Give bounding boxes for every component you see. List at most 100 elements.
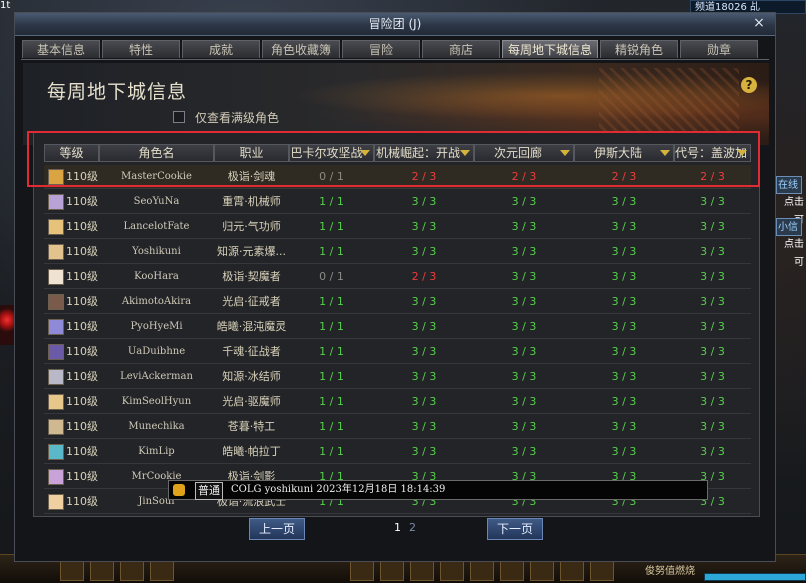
table-row[interactable]: 110级 PyoHyeMi 皓曦·混沌魔灵 1 / 1 3 / 3 3 / 3 3 / 3 3… (44, 315, 751, 339)
character-name: KooHara (134, 271, 179, 282)
character-avatar (48, 269, 64, 285)
tab-weekly-dungeon[interactable]: 每周地下城信息 (502, 40, 598, 58)
level-text: 110级 (66, 470, 98, 483)
right-side-panel: 在线 点击可 小信 点击可 (776, 170, 806, 370)
dungeon-4-progress: 3 / 3 (611, 320, 637, 333)
dropdown-arrow-icon (360, 150, 370, 156)
level-text: 110级 (66, 245, 98, 258)
job-cell: 苍暮·特工 (227, 420, 276, 433)
tab-basic-info[interactable]: 基本信息 (22, 40, 100, 58)
column-header-dungeon-4[interactable]: 伊斯大陆 (574, 144, 674, 162)
checkbox-icon[interactable] (173, 111, 185, 123)
dungeon-3-progress: 3 / 3 (511, 345, 537, 358)
chat-emoji-icon[interactable] (173, 484, 185, 496)
dungeon-3-progress: 3 / 3 (511, 245, 537, 258)
character-avatar (48, 469, 64, 485)
tab-divider (21, 59, 769, 60)
mp-bar (704, 573, 806, 581)
dungeon-5-progress: 2 / 3 (700, 170, 725, 183)
level-text: 110级 (66, 395, 98, 408)
table-row[interactable]: 110级 KimSeolHyun 光启·驱魔师 1 / 1 3 / 3 3 / 3 3 / … (44, 390, 751, 414)
dungeon-1-progress: 1 / 1 (319, 245, 344, 258)
chat-channel-selector[interactable]: 普通 (195, 482, 223, 500)
level-cell: 110级 (44, 315, 99, 339)
game-character-sprite (0, 305, 14, 345)
dungeon-3-progress: 3 / 3 (511, 320, 537, 333)
table-row[interactable]: 110级 KooHara 极诣·契魔者 0 / 1 2 / 3 3 / 3 3 / 3 3 /… (44, 265, 751, 289)
column-header-dungeon-5[interactable]: 代号：盖波加 (674, 144, 751, 162)
window-titlebar[interactable]: 冒险团 (J) × (15, 13, 775, 36)
tab-character-collection[interactable]: 角色收藏簿 (262, 40, 340, 58)
character-avatar (48, 294, 64, 310)
dungeon-3-progress: 3 / 3 (511, 220, 537, 233)
chat-message[interactable]: COLG yoshikuni 2023年12月18日 18:14:39 (231, 481, 445, 499)
dungeon-5-progress: 3 / 3 (700, 295, 725, 308)
dungeon-3-progress: 3 / 3 (511, 270, 537, 283)
help-icon[interactable]: ? (741, 77, 757, 93)
tab-elite-characters[interactable]: 精锐角色 (600, 40, 678, 58)
level-cell: 110级 (44, 215, 99, 239)
tab-adventure[interactable]: 冒险 (342, 40, 420, 58)
job-cell: 皓曦·混沌魔灵 (216, 320, 287, 333)
table-row[interactable]: 110级 AkimotoAkira 光启·征戒者 1 / 1 3 / 3 3 / 3 3 /… (44, 290, 751, 314)
max-level-filter[interactable]: 仅查看满级角色 (173, 109, 279, 126)
character-name: Munechika (128, 421, 185, 432)
dungeon-5-progress: 3 / 3 (700, 270, 725, 283)
character-name: KimLip (138, 446, 175, 457)
job-cell: 光启·征戒者 (222, 295, 281, 308)
column-header-name[interactable]: 角色名 (99, 144, 214, 162)
tab-medals[interactable]: 勋章 (680, 40, 758, 58)
top-left-text: 1t (0, 0, 11, 11)
right-side-text[interactable]: 点击可 (776, 236, 806, 268)
level-cell: 110级 (44, 190, 99, 214)
character-avatar (48, 444, 64, 460)
page-number[interactable]: 1 (394, 521, 401, 534)
right-side-tag[interactable]: 小信 (776, 218, 802, 236)
tab-bar: 基本信息 特性 成就 角色收藏簿 冒险 商店 每周地下城信息 精锐角色 勋章 (22, 40, 770, 60)
table-row[interactable]: 110级 Munechika 苍暮·特工 1 / 1 3 / 3 3 / 3 3 / 3 3 … (44, 415, 751, 439)
dungeon-2-progress: 3 / 3 (411, 445, 437, 458)
right-side-text[interactable]: 点击可 (776, 194, 806, 226)
job-cell: 光启·驱魔师 (222, 395, 281, 408)
table-row[interactable]: 110级 LeviAckerman 知源·冰结师 1 / 1 3 / 3 3 / 3 3 /… (44, 365, 751, 389)
right-side-tag[interactable]: 在线 (776, 176, 802, 194)
tab-shop[interactable]: 商店 (422, 40, 500, 58)
character-name: KimSeolHyun (121, 396, 192, 407)
page-number[interactable]: 2 (409, 521, 416, 534)
table-row[interactable]: 110级 SeoYuNa 重霄·机械师 1 / 1 3 / 3 3 / 3 3 / 3 3 /… (44, 190, 751, 214)
tab-traits[interactable]: 特性 (102, 40, 180, 58)
character-avatar (48, 219, 64, 235)
column-header-level[interactable]: 等级 (44, 144, 99, 162)
column-header-dungeon-3[interactable]: 次元回廊 (474, 144, 574, 162)
column-header-job[interactable]: 职业 (214, 144, 289, 162)
tab-achievements[interactable]: 成就 (182, 40, 260, 58)
column-header-dungeon-2[interactable]: 机械崛起：开战 (374, 144, 474, 162)
table-row[interactable]: 110级 UaDuibhne 千魂·征战者 1 / 1 3 / 3 3 / 3 3 / 3 3… (44, 340, 751, 364)
dropdown-arrow-icon (460, 150, 470, 156)
character-name: Yoshikuni (132, 246, 181, 257)
chat-input[interactable]: 普通 COLG yoshikuni 2023年12月18日 18:14:39 (168, 480, 708, 500)
dungeon-4-progress: 2 / 3 (611, 170, 637, 183)
next-page-button[interactable]: 下一页 (487, 518, 543, 540)
character-name: AkimotoAkira (121, 296, 192, 307)
table-row[interactable]: 110级 KimLip 皓曦·帕拉丁 1 / 1 3 / 3 3 / 3 3 / 3 3 / … (44, 440, 751, 464)
dungeon-5-progress: 3 / 3 (700, 195, 725, 208)
close-icon[interactable]: × (751, 15, 767, 31)
character-name: PyoHyeMi (130, 321, 183, 332)
table-row[interactable]: 110级 MasterCookie 极诣·剑魂 0 / 1 2 / 3 2 / 3 2 / … (44, 165, 751, 189)
column-header-label: 机械崛起：开战 (375, 146, 460, 160)
table-row[interactable]: 110级 Yoshikuni 知源·元素爆... 1 / 1 3 / 3 3 / 3 3 /… (44, 240, 751, 264)
table-row[interactable]: 110级 LancelotFate 归元·气功师 1 / 1 3 / 3 3 / 3 3 /… (44, 215, 751, 239)
dropdown-arrow-icon (737, 150, 747, 156)
dungeon-2-progress: 3 / 3 (411, 245, 437, 258)
level-text: 110级 (66, 495, 98, 508)
character-avatar (48, 394, 64, 410)
dungeon-2-progress: 3 / 3 (411, 295, 437, 308)
dungeon-2-progress: 2 / 3 (411, 170, 437, 183)
level-cell: 110级 (44, 365, 99, 389)
dungeon-4-progress: 3 / 3 (611, 370, 637, 383)
level-text: 110级 (66, 270, 98, 283)
prev-page-button[interactable]: 上一页 (249, 518, 305, 540)
dungeon-4-progress: 3 / 3 (611, 345, 637, 358)
column-header-dungeon-1[interactable]: 巴卡尔攻坚战 (289, 144, 374, 162)
